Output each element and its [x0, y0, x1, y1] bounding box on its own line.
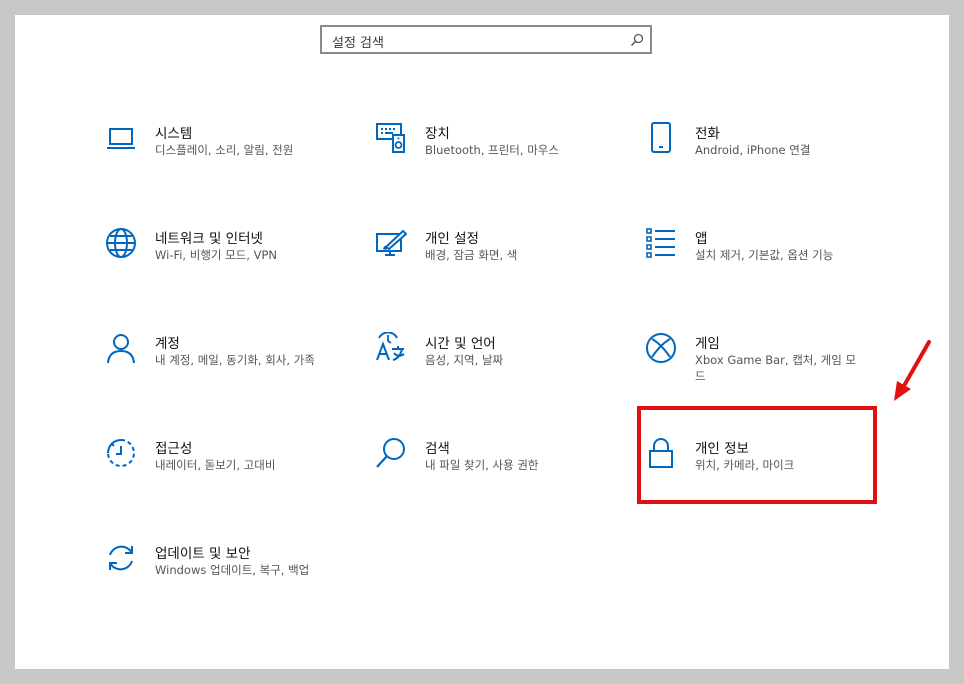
- tile-title: 검색: [425, 441, 450, 457]
- tile-title: 장치: [425, 126, 450, 142]
- globe-icon: [106, 228, 136, 258]
- tile-network[interactable]: 네트워크 및 인터넷 Wi-Fi, 비행기 모드, VPN: [105, 227, 355, 297]
- tile-description: 내 파일 찾기, 사용 권한: [425, 458, 539, 472]
- settings-window: 설정 검색 시스템 디스플레이, 소리, 알림, 전원 장치 Bluetooth…: [15, 15, 949, 669]
- search-icon[interactable]: [630, 33, 644, 47]
- search-input[interactable]: 설정 검색: [332, 32, 384, 51]
- tile-description: 내 계정, 메일, 동기화, 회사, 가족: [155, 353, 315, 367]
- highlight-box: [637, 406, 877, 504]
- search-box[interactable]: 설정 검색: [320, 25, 652, 54]
- sync-icon: [109, 545, 133, 571]
- tile-time-language[interactable]: 시간 및 언어 음성, 지역, 날짜: [375, 332, 625, 402]
- tile-search[interactable]: 검색 내 파일 찾기, 사용 권한: [375, 437, 625, 507]
- tile-description: 배경, 잠금 화면, 색: [425, 248, 518, 262]
- accessibility-timer-icon: [107, 439, 135, 467]
- tile-description: Wi-Fi, 비행기 모드, VPN: [155, 248, 278, 262]
- apps-list-icon: [646, 228, 675, 258]
- tile-title: 업데이트 및 보안: [155, 546, 251, 562]
- person-icon: [107, 334, 135, 364]
- tile-title: 네트워크 및 인터넷: [155, 231, 263, 247]
- laptop-icon: [107, 128, 135, 149]
- tile-title: 전화: [695, 126, 720, 142]
- magnifier-icon: [376, 438, 405, 468]
- tile-system[interactable]: 시스템 디스플레이, 소리, 알림, 전원: [105, 122, 355, 192]
- tile-accessibility[interactable]: 접근성 내레이터, 돋보기, 고대비: [105, 437, 355, 507]
- personalization-icon: [376, 229, 407, 256]
- tile-description: Xbox Game Bar, 캡처, 게임 모드: [695, 353, 857, 383]
- tile-description: 음성, 지역, 날짜: [425, 353, 504, 367]
- xbox-icon: [646, 333, 676, 363]
- tile-title: 시간 및 언어: [425, 336, 496, 352]
- tile-update-security[interactable]: 업데이트 및 보안 Windows 업데이트, 복구, 백업: [105, 542, 355, 612]
- tile-title: 게임: [695, 336, 720, 352]
- tile-description: Windows 업데이트, 복구, 백업: [155, 563, 310, 577]
- tile-description: Android, iPhone 연결: [695, 143, 811, 157]
- tile-description: 디스플레이, 소리, 알림, 전원: [155, 143, 294, 157]
- tile-description: 내레이터, 돋보기, 고대비: [155, 458, 276, 472]
- tile-description: Bluetooth, 프린터, 마우스: [425, 143, 559, 157]
- red-arrow-icon: [894, 340, 931, 401]
- tile-title: 개인 설정: [425, 231, 479, 247]
- tile-title: 접근성: [155, 441, 193, 457]
- tile-accounts[interactable]: 계정 내 계정, 메일, 동기화, 회사, 가족: [105, 332, 355, 402]
- tile-title: 앱: [695, 231, 708, 247]
- tile-description: 설치 제거, 기본값, 옵션 기능: [695, 248, 834, 262]
- phone-icon: [651, 122, 671, 153]
- tile-gaming[interactable]: 게임 Xbox Game Bar, 캡처, 게임 모드: [645, 332, 895, 402]
- devices-icon: [376, 123, 405, 153]
- tile-title: 계정: [155, 336, 180, 352]
- tile-devices[interactable]: 장치 Bluetooth, 프린터, 마우스: [375, 122, 625, 192]
- tile-apps[interactable]: 앱 설치 제거, 기본값, 옵션 기능: [645, 227, 895, 297]
- time-language-icon: [376, 332, 405, 361]
- tile-title: 시스템: [155, 126, 193, 142]
- tile-phone[interactable]: 전화 Android, iPhone 연결: [645, 122, 895, 192]
- tile-personalization[interactable]: 개인 설정 배경, 잠금 화면, 색: [375, 227, 625, 297]
